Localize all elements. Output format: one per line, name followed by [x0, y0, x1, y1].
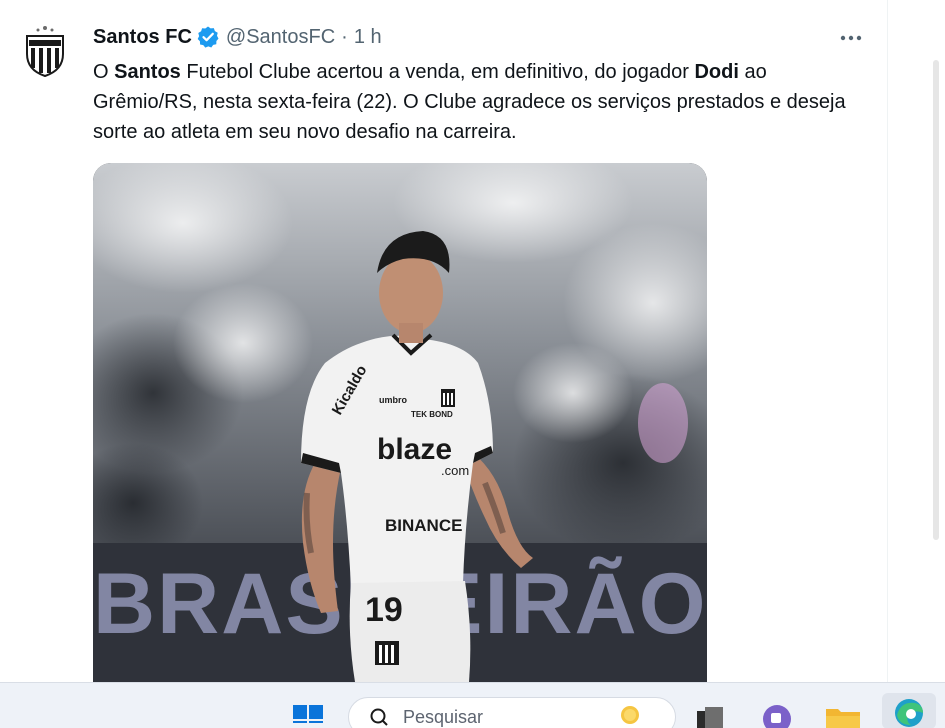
sponsor-tekbond: TEK BOND	[411, 410, 453, 419]
more-horizontal-icon	[840, 35, 862, 41]
shirt-number: 19	[365, 591, 403, 629]
start-button[interactable]	[288, 683, 328, 728]
kit-brand: umbro	[379, 395, 408, 405]
teams-chat-icon	[763, 705, 791, 728]
more-options-button[interactable]	[836, 26, 866, 50]
windows-taskbar: Pesquisar	[0, 682, 945, 728]
tweet-photo[interactable]: BRASILEIRÃO	[93, 163, 707, 682]
verified-badge-icon	[196, 25, 220, 49]
sun-icon	[621, 706, 639, 724]
folder-icon	[826, 709, 860, 728]
sponsor-blaze: blaze	[377, 433, 452, 466]
task-view-button[interactable]	[690, 697, 730, 728]
right-panel	[889, 0, 945, 682]
teams-button[interactable]	[756, 697, 796, 728]
search-placeholder: Pesquisar	[403, 706, 484, 727]
scrollbar[interactable]	[889, 0, 945, 682]
sponsor-binance: BINANCE	[385, 516, 462, 535]
tweet-text: O Santos Futebol Clube acertou a venda, …	[93, 61, 846, 143]
santos-crest-icon	[26, 26, 64, 78]
bold-dodi: Dodi	[694, 61, 739, 83]
user-handle[interactable]: @SantosFC	[226, 26, 335, 49]
search-icon	[370, 708, 388, 726]
bold-santos: Santos	[114, 61, 181, 83]
player-photo: BRASILEIRÃO	[93, 163, 707, 682]
separator-dot: ·	[341, 25, 348, 48]
display-name[interactable]: Santos FC	[93, 26, 192, 49]
task-view-icon	[697, 707, 723, 728]
weather-widget[interactable]	[612, 697, 648, 728]
edge-icon	[895, 699, 923, 727]
windows-logo-icon	[293, 705, 323, 723]
tweet-card[interactable]: Santos FC @SantosFC · 1 h O Santos Futeb…	[0, 0, 888, 682]
file-explorer-button[interactable]	[822, 697, 864, 728]
tweet-header: Santos FC @SantosFC · 1 h	[93, 23, 382, 51]
tweet-timestamp[interactable]: 1 h	[354, 26, 382, 49]
santos-fc-avatar[interactable]	[18, 24, 72, 78]
sponsor-blaze-com: .com	[441, 463, 469, 478]
edge-browser-button[interactable]	[882, 693, 936, 728]
